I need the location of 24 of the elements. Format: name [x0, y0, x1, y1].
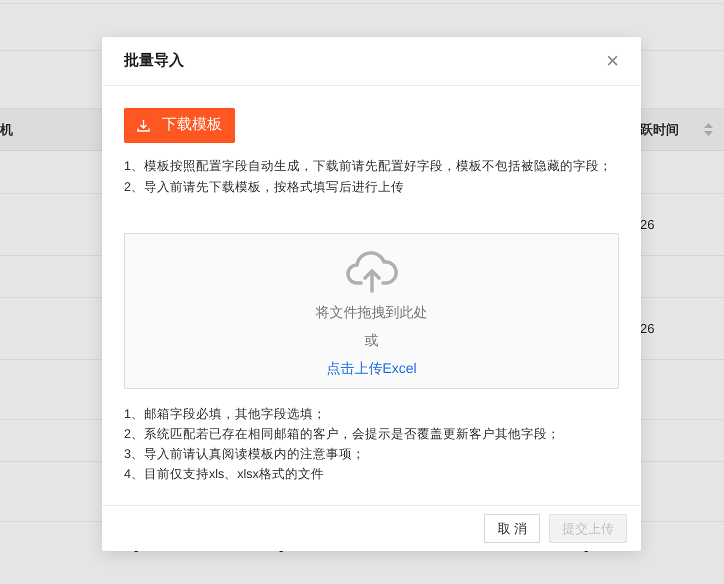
table-cell-text: 26: [640, 216, 654, 234]
upload-dropzone[interactable]: 将文件拖拽到此处 或 点击上传Excel: [124, 233, 619, 389]
or-text: 或: [364, 331, 378, 350]
instruction-text: 1、邮箱字段必填，其他字段选填；: [124, 406, 327, 423]
instruction-text: 1、模板按照配置字段自动生成，下载前请先配置好字段，模板不包括被隐藏的字段；: [124, 158, 613, 175]
cancel-button[interactable]: 取 消: [484, 514, 540, 543]
download-icon: [137, 119, 150, 132]
column-header: 机: [0, 120, 13, 139]
upload-excel-link[interactable]: 点击上传Excel: [326, 358, 417, 379]
close-button[interactable]: ×: [606, 50, 619, 72]
cloud-upload-icon: [346, 249, 398, 293]
dialog-title: 批量导入: [124, 50, 184, 71]
instruction-text: 2、系统匹配若已存在相同邮箱的客户，会提示是否覆盖更新客户其他字段；: [124, 426, 561, 443]
instruction-text: 3、导入前请认真阅读模板内的注意事项；: [124, 446, 366, 463]
sort-icon[interactable]: [704, 123, 713, 136]
instruction-text: 2、导入前请先下载模板，按格式填写后进行上传: [124, 179, 405, 196]
column-header: 跃时间: [640, 120, 679, 139]
download-template-button[interactable]: 下载模板: [124, 108, 235, 143]
table-cell-text: 26: [640, 320, 654, 338]
drop-hint: 将文件拖拽到此处: [316, 303, 428, 322]
table-cell-text: -: [584, 542, 588, 560]
table-cell-text: -: [279, 542, 284, 560]
instruction-text: 4、目前仅支持xls、xlsx格式的文件: [124, 466, 325, 483]
table-cell-text: -: [134, 542, 138, 560]
